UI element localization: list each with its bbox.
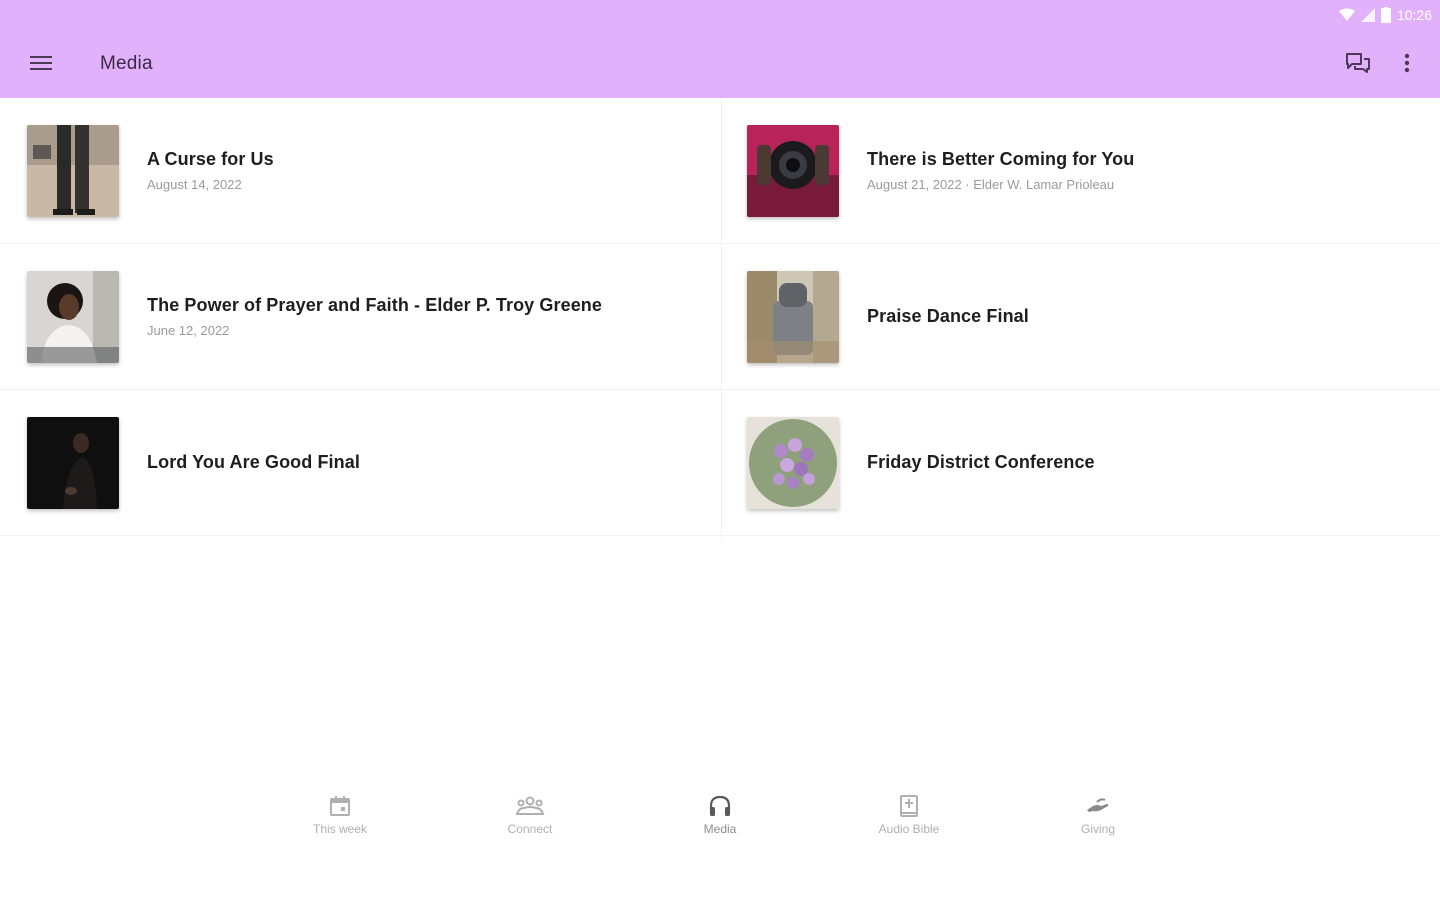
media-title: Friday District Conference [867, 452, 1095, 472]
media-title: A Curse for Us [147, 149, 274, 169]
status-time: 10:26 [1396, 7, 1432, 23]
page-title: Media [100, 53, 153, 74]
wifi-icon [1338, 8, 1355, 22]
media-thumbnail [27, 124, 119, 217]
media-title: Lord You Are Good Final [147, 452, 360, 472]
nav-label: Audio Bible [878, 822, 940, 836]
battery-icon [1380, 7, 1391, 23]
app-bar: 10:26 Media [0, 0, 1440, 98]
nav-giving[interactable]: Giving [1038, 794, 1158, 836]
media-subtitle: August 14, 2022 [147, 177, 242, 192]
headphones-icon [708, 794, 732, 818]
bottom-navigation: This week Connect Media Audio Bible Givi… [0, 782, 1440, 862]
signal-icon [1360, 8, 1375, 22]
media-item[interactable]: A Curse for Us August 14, 2022 [0, 98, 720, 244]
nav-label: Connect [507, 822, 553, 836]
status-bar: 10:26 [1338, 4, 1432, 26]
media-title: Praise Dance Final [867, 306, 1029, 326]
nav-audio-bible[interactable]: Audio Bible [849, 794, 969, 836]
media-thumbnail [747, 416, 839, 509]
nav-this-week[interactable]: This week [280, 794, 400, 836]
calendar-icon [328, 794, 352, 818]
media-item[interactable]: There is Better Coming for You August 21… [720, 98, 1440, 244]
media-thumbnail [27, 416, 119, 509]
nav-label: Media [703, 822, 737, 836]
chat-icon[interactable] [1339, 44, 1377, 82]
nav-connect[interactable]: Connect [470, 794, 590, 836]
media-thumbnail [747, 270, 839, 363]
more-vert-icon[interactable] [1388, 44, 1426, 82]
media-item[interactable]: Friday District Conference [720, 390, 1440, 536]
media-item[interactable]: The Power of Prayer and Faith - Elder P.… [0, 244, 720, 390]
media-subtitle: August 21, 2022 · Elder W. Lamar Priolea… [867, 177, 1115, 192]
hamburger-menu-icon[interactable] [22, 44, 60, 82]
media-list: A Curse for Us August 14, 2022 There is … [0, 98, 1440, 540]
media-title: The Power of Prayer and Faith - Elder P.… [147, 295, 603, 315]
bible-icon [897, 794, 921, 818]
giving-hand-icon [1085, 794, 1111, 818]
media-item[interactable]: Lord You Are Good Final [0, 390, 720, 536]
media-subtitle: June 12, 2022 [147, 323, 230, 338]
nav-media[interactable]: Media [660, 794, 780, 836]
media-thumbnail [747, 124, 839, 217]
nav-label: This week [312, 822, 368, 836]
nav-label: Giving [1080, 822, 1115, 836]
media-thumbnail [27, 270, 119, 363]
people-icon [515, 794, 545, 818]
media-item[interactable]: Praise Dance Final [720, 244, 1440, 390]
media-title: There is Better Coming for You [867, 149, 1135, 169]
